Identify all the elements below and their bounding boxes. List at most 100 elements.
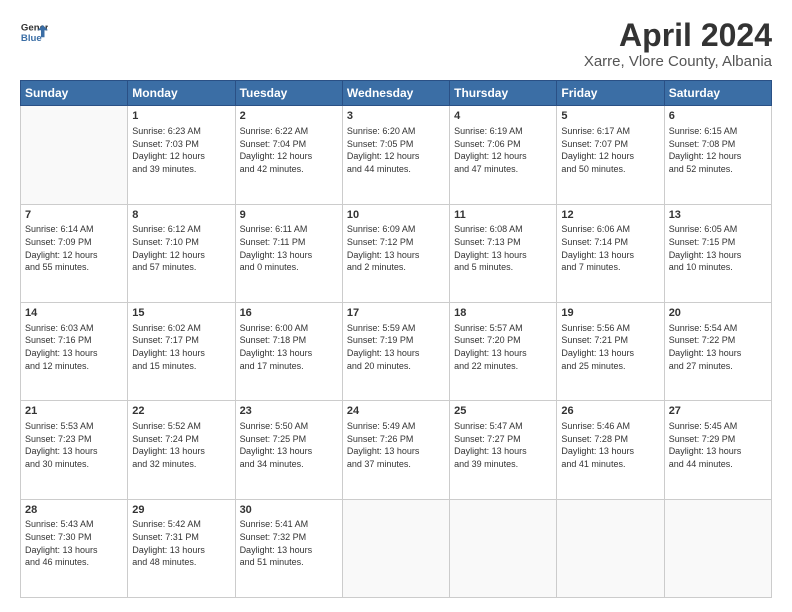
day-info: Sunrise: 5:57 AM Sunset: 7:20 PM Dayligh… bbox=[454, 322, 552, 372]
day-number: 15 bbox=[132, 306, 230, 321]
day-number: 23 bbox=[240, 404, 338, 419]
location-subtitle: Xarre, Vlore County, Albania bbox=[584, 53, 772, 70]
day-number: 10 bbox=[347, 208, 445, 223]
table-row: 10Sunrise: 6:09 AM Sunset: 7:12 PM Dayli… bbox=[342, 204, 449, 302]
day-info: Sunrise: 6:05 AM Sunset: 7:15 PM Dayligh… bbox=[669, 223, 767, 273]
day-info: Sunrise: 5:47 AM Sunset: 7:27 PM Dayligh… bbox=[454, 420, 552, 470]
day-number: 11 bbox=[454, 208, 552, 223]
col-tuesday: Tuesday bbox=[235, 81, 342, 106]
calendar-header-row: Sunday Monday Tuesday Wednesday Thursday… bbox=[21, 81, 772, 106]
day-info: Sunrise: 6:11 AM Sunset: 7:11 PM Dayligh… bbox=[240, 223, 338, 273]
day-info: Sunrise: 6:22 AM Sunset: 7:04 PM Dayligh… bbox=[240, 125, 338, 175]
col-wednesday: Wednesday bbox=[342, 81, 449, 106]
col-thursday: Thursday bbox=[450, 81, 557, 106]
table-row: 7Sunrise: 6:14 AM Sunset: 7:09 PM Daylig… bbox=[21, 204, 128, 302]
table-row: 4Sunrise: 6:19 AM Sunset: 7:06 PM Daylig… bbox=[450, 106, 557, 204]
day-number: 22 bbox=[132, 404, 230, 419]
day-info: Sunrise: 6:17 AM Sunset: 7:07 PM Dayligh… bbox=[561, 125, 659, 175]
day-number: 19 bbox=[561, 306, 659, 321]
title-block: April 2024 Xarre, Vlore County, Albania bbox=[584, 18, 772, 70]
table-row: 28Sunrise: 5:43 AM Sunset: 7:30 PM Dayli… bbox=[21, 499, 128, 597]
table-row: 14Sunrise: 6:03 AM Sunset: 7:16 PM Dayli… bbox=[21, 302, 128, 400]
day-info: Sunrise: 6:20 AM Sunset: 7:05 PM Dayligh… bbox=[347, 125, 445, 175]
col-monday: Monday bbox=[128, 81, 235, 106]
col-sunday: Sunday bbox=[21, 81, 128, 106]
day-info: Sunrise: 5:46 AM Sunset: 7:28 PM Dayligh… bbox=[561, 420, 659, 470]
day-number: 3 bbox=[347, 109, 445, 124]
day-number: 12 bbox=[561, 208, 659, 223]
table-row: 15Sunrise: 6:02 AM Sunset: 7:17 PM Dayli… bbox=[128, 302, 235, 400]
table-row: 29Sunrise: 5:42 AM Sunset: 7:31 PM Dayli… bbox=[128, 499, 235, 597]
day-number: 5 bbox=[561, 109, 659, 124]
day-number: 18 bbox=[454, 306, 552, 321]
day-info: Sunrise: 6:15 AM Sunset: 7:08 PM Dayligh… bbox=[669, 125, 767, 175]
day-info: Sunrise: 6:02 AM Sunset: 7:17 PM Dayligh… bbox=[132, 322, 230, 372]
day-info: Sunrise: 5:54 AM Sunset: 7:22 PM Dayligh… bbox=[669, 322, 767, 372]
day-info: Sunrise: 5:49 AM Sunset: 7:26 PM Dayligh… bbox=[347, 420, 445, 470]
logo: General Blue bbox=[20, 18, 48, 46]
day-number: 13 bbox=[669, 208, 767, 223]
table-row: 2Sunrise: 6:22 AM Sunset: 7:04 PM Daylig… bbox=[235, 106, 342, 204]
table-row: 6Sunrise: 6:15 AM Sunset: 7:08 PM Daylig… bbox=[664, 106, 771, 204]
day-info: Sunrise: 5:43 AM Sunset: 7:30 PM Dayligh… bbox=[25, 518, 123, 568]
day-info: Sunrise: 5:45 AM Sunset: 7:29 PM Dayligh… bbox=[669, 420, 767, 470]
table-row: 13Sunrise: 6:05 AM Sunset: 7:15 PM Dayli… bbox=[664, 204, 771, 302]
day-info: Sunrise: 6:19 AM Sunset: 7:06 PM Dayligh… bbox=[454, 125, 552, 175]
calendar-week-row: 14Sunrise: 6:03 AM Sunset: 7:16 PM Dayli… bbox=[21, 302, 772, 400]
table-row: 9Sunrise: 6:11 AM Sunset: 7:11 PM Daylig… bbox=[235, 204, 342, 302]
day-number: 21 bbox=[25, 404, 123, 419]
day-info: Sunrise: 6:12 AM Sunset: 7:10 PM Dayligh… bbox=[132, 223, 230, 273]
table-row bbox=[21, 106, 128, 204]
day-info: Sunrise: 6:08 AM Sunset: 7:13 PM Dayligh… bbox=[454, 223, 552, 273]
table-row: 19Sunrise: 5:56 AM Sunset: 7:21 PM Dayli… bbox=[557, 302, 664, 400]
table-row: 11Sunrise: 6:08 AM Sunset: 7:13 PM Dayli… bbox=[450, 204, 557, 302]
table-row: 20Sunrise: 5:54 AM Sunset: 7:22 PM Dayli… bbox=[664, 302, 771, 400]
logo-icon: General Blue bbox=[20, 18, 48, 46]
day-number: 30 bbox=[240, 503, 338, 518]
page: General Blue April 2024 Xarre, Vlore Cou… bbox=[0, 0, 792, 612]
table-row: 21Sunrise: 5:53 AM Sunset: 7:23 PM Dayli… bbox=[21, 401, 128, 499]
day-info: Sunrise: 6:23 AM Sunset: 7:03 PM Dayligh… bbox=[132, 125, 230, 175]
col-friday: Friday bbox=[557, 81, 664, 106]
table-row bbox=[450, 499, 557, 597]
day-info: Sunrise: 5:53 AM Sunset: 7:23 PM Dayligh… bbox=[25, 420, 123, 470]
table-row: 3Sunrise: 6:20 AM Sunset: 7:05 PM Daylig… bbox=[342, 106, 449, 204]
calendar-week-row: 1Sunrise: 6:23 AM Sunset: 7:03 PM Daylig… bbox=[21, 106, 772, 204]
header: General Blue April 2024 Xarre, Vlore Cou… bbox=[20, 18, 772, 70]
day-number: 26 bbox=[561, 404, 659, 419]
day-info: Sunrise: 5:59 AM Sunset: 7:19 PM Dayligh… bbox=[347, 322, 445, 372]
day-info: Sunrise: 6:14 AM Sunset: 7:09 PM Dayligh… bbox=[25, 223, 123, 273]
day-info: Sunrise: 5:42 AM Sunset: 7:31 PM Dayligh… bbox=[132, 518, 230, 568]
table-row: 27Sunrise: 5:45 AM Sunset: 7:29 PM Dayli… bbox=[664, 401, 771, 499]
day-number: 16 bbox=[240, 306, 338, 321]
table-row bbox=[342, 499, 449, 597]
table-row: 16Sunrise: 6:00 AM Sunset: 7:18 PM Dayli… bbox=[235, 302, 342, 400]
calendar-week-row: 7Sunrise: 6:14 AM Sunset: 7:09 PM Daylig… bbox=[21, 204, 772, 302]
day-number: 14 bbox=[25, 306, 123, 321]
day-info: Sunrise: 6:03 AM Sunset: 7:16 PM Dayligh… bbox=[25, 322, 123, 372]
table-row: 8Sunrise: 6:12 AM Sunset: 7:10 PM Daylig… bbox=[128, 204, 235, 302]
day-number: 4 bbox=[454, 109, 552, 124]
table-row: 18Sunrise: 5:57 AM Sunset: 7:20 PM Dayli… bbox=[450, 302, 557, 400]
day-info: Sunrise: 5:52 AM Sunset: 7:24 PM Dayligh… bbox=[132, 420, 230, 470]
day-number: 27 bbox=[669, 404, 767, 419]
table-row: 25Sunrise: 5:47 AM Sunset: 7:27 PM Dayli… bbox=[450, 401, 557, 499]
day-number: 29 bbox=[132, 503, 230, 518]
day-info: Sunrise: 5:56 AM Sunset: 7:21 PM Dayligh… bbox=[561, 322, 659, 372]
day-number: 17 bbox=[347, 306, 445, 321]
day-info: Sunrise: 6:00 AM Sunset: 7:18 PM Dayligh… bbox=[240, 322, 338, 372]
calendar-week-row: 21Sunrise: 5:53 AM Sunset: 7:23 PM Dayli… bbox=[21, 401, 772, 499]
col-saturday: Saturday bbox=[664, 81, 771, 106]
month-year-title: April 2024 bbox=[584, 18, 772, 53]
table-row: 24Sunrise: 5:49 AM Sunset: 7:26 PM Dayli… bbox=[342, 401, 449, 499]
day-info: Sunrise: 5:41 AM Sunset: 7:32 PM Dayligh… bbox=[240, 518, 338, 568]
calendar-table: Sunday Monday Tuesday Wednesday Thursday… bbox=[20, 80, 772, 598]
day-number: 7 bbox=[25, 208, 123, 223]
table-row: 5Sunrise: 6:17 AM Sunset: 7:07 PM Daylig… bbox=[557, 106, 664, 204]
table-row: 30Sunrise: 5:41 AM Sunset: 7:32 PM Dayli… bbox=[235, 499, 342, 597]
table-row: 12Sunrise: 6:06 AM Sunset: 7:14 PM Dayli… bbox=[557, 204, 664, 302]
table-row: 1Sunrise: 6:23 AM Sunset: 7:03 PM Daylig… bbox=[128, 106, 235, 204]
table-row: 26Sunrise: 5:46 AM Sunset: 7:28 PM Dayli… bbox=[557, 401, 664, 499]
table-row: 17Sunrise: 5:59 AM Sunset: 7:19 PM Dayli… bbox=[342, 302, 449, 400]
day-number: 6 bbox=[669, 109, 767, 124]
